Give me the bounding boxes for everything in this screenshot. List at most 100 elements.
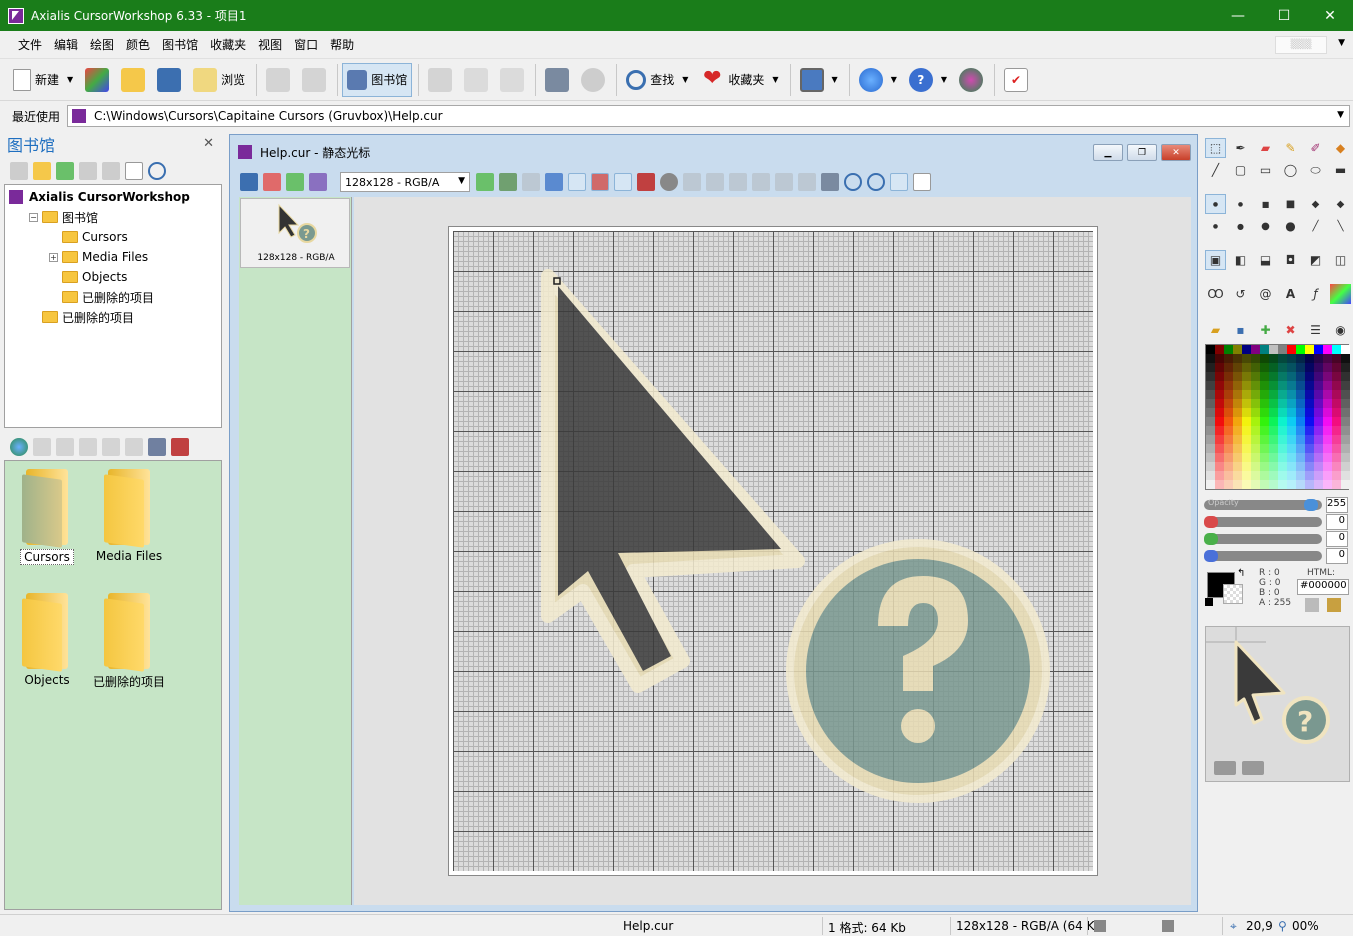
- palette-swatch[interactable]: [1305, 417, 1314, 426]
- palette-swatch[interactable]: [1341, 435, 1350, 444]
- menu-overflow-icon[interactable]: ▼: [1338, 38, 1345, 48]
- palette-swatch[interactable]: [1323, 363, 1332, 372]
- remove-image-icon[interactable]: [522, 173, 540, 191]
- slider-track[interactable]: [1204, 534, 1322, 544]
- palette-swatch[interactable]: [1242, 444, 1251, 453]
- palette-swatch[interactable]: [1233, 408, 1242, 417]
- palette-swatch[interactable]: [1278, 408, 1287, 417]
- palette-swatch[interactable]: [1305, 381, 1314, 390]
- palette-swatch[interactable]: [1332, 462, 1341, 471]
- palette-swatch[interactable]: [1314, 426, 1323, 435]
- palette-swatch[interactable]: [1251, 408, 1260, 417]
- palette-swatch[interactable]: [1305, 453, 1314, 462]
- palette-swatch[interactable]: [1215, 408, 1224, 417]
- pixel-canvas[interactable]: [453, 231, 1093, 871]
- palette-swatch[interactable]: [1215, 354, 1224, 363]
- palette-swatch[interactable]: [1278, 381, 1287, 390]
- search-library-icon[interactable]: [148, 162, 166, 180]
- palette-swatch[interactable]: [1332, 408, 1341, 417]
- duplicate-image-icon[interactable]: [499, 173, 517, 191]
- redo-icon[interactable]: [729, 173, 747, 191]
- slider-knob[interactable]: [1204, 516, 1218, 528]
- palette-swatch[interactable]: [1260, 354, 1269, 363]
- sort-icon[interactable]: [148, 438, 166, 456]
- delete-icon[interactable]: [102, 162, 120, 180]
- palette-swatch[interactable]: [1206, 435, 1215, 444]
- add-format-icon[interactable]: [286, 173, 304, 191]
- script-tool-icon[interactable]: ƒ: [1305, 284, 1326, 304]
- palette-swatch[interactable]: [1233, 372, 1242, 381]
- preview-button[interactable]: ▼: [795, 63, 843, 97]
- palette-swatch[interactable]: [1224, 363, 1233, 372]
- fill-mode-split-icon[interactable]: ◫: [1330, 250, 1351, 270]
- palette-swatch[interactable]: [1260, 480, 1269, 489]
- palette-swatch[interactable]: [1269, 372, 1278, 381]
- palette-swatch[interactable]: [1233, 462, 1242, 471]
- palette-swatch[interactable]: [1341, 354, 1350, 363]
- palette-swatch[interactable]: [1242, 354, 1251, 363]
- cut-button[interactable]: [423, 63, 457, 97]
- palette-swatch[interactable]: [1233, 354, 1242, 363]
- palette-swatch[interactable]: [1233, 471, 1242, 480]
- rotate-tool-icon[interactable]: ↺: [1230, 284, 1251, 304]
- undo-button[interactable]: [261, 63, 295, 97]
- palette-swatch[interactable]: [1278, 444, 1287, 453]
- slider-knob[interactable]: [1204, 533, 1218, 545]
- palette-swatch[interactable]: [1332, 480, 1341, 489]
- brush-tool-icon[interactable]: ✐: [1305, 138, 1326, 158]
- palette-swatch[interactable]: [1323, 408, 1332, 417]
- palette-swatch[interactable]: [1305, 435, 1314, 444]
- palette-swatch[interactable]: [1314, 363, 1323, 372]
- palette-swatch[interactable]: [1224, 372, 1233, 381]
- palette-swatch[interactable]: [1233, 453, 1242, 462]
- palette-swatch[interactable]: [1296, 372, 1305, 381]
- palette-swatch[interactable]: [1215, 444, 1224, 453]
- palette-swatch[interactable]: [1341, 471, 1350, 480]
- palette-swatch[interactable]: [1287, 408, 1296, 417]
- format-list-icon[interactable]: [309, 173, 327, 191]
- palette-swatch[interactable]: [1269, 354, 1278, 363]
- pencil-tool-icon[interactable]: ✎: [1280, 138, 1301, 158]
- palette-swatch[interactable]: [1341, 363, 1350, 372]
- palette-swatch[interactable]: [1305, 480, 1314, 489]
- add-color-icon[interactable]: ✚: [1255, 320, 1276, 340]
- brush-size-2-icon[interactable]: ●: [1230, 194, 1251, 214]
- new-folder-icon[interactable]: [33, 162, 51, 180]
- palette-swatch[interactable]: [1206, 417, 1215, 426]
- paste-color-icon[interactable]: [1327, 598, 1341, 612]
- image-properties-icon[interactable]: [821, 173, 839, 191]
- menu-item-4[interactable]: 图书馆: [156, 36, 204, 53]
- palette-swatch[interactable]: [1296, 381, 1305, 390]
- palette-swatch[interactable]: [1260, 372, 1269, 381]
- palette-swatch[interactable]: [1296, 453, 1305, 462]
- tree-node[interactable]: − 图书馆: [5, 207, 221, 227]
- palette-swatch[interactable]: [1269, 462, 1278, 471]
- line-tool-icon[interactable]: ╱: [1205, 160, 1226, 180]
- palette-swatch[interactable]: [1206, 345, 1215, 354]
- library-item[interactable]: Objects: [7, 593, 87, 687]
- palette-swatch[interactable]: [1314, 480, 1323, 489]
- palette-swatch[interactable]: [1323, 372, 1332, 381]
- color-palette[interactable]: [1205, 344, 1350, 490]
- palette-swatch[interactable]: [1305, 444, 1314, 453]
- menu-item-0[interactable]: 文件: [12, 36, 48, 53]
- palette-swatch[interactable]: [1224, 453, 1233, 462]
- palette-swatch[interactable]: [1314, 390, 1323, 399]
- palette-swatch[interactable]: [1323, 471, 1332, 480]
- palette-swatch[interactable]: [1332, 363, 1341, 372]
- palette-swatch[interactable]: [1287, 381, 1296, 390]
- antialias-icon[interactable]: [660, 173, 678, 191]
- palette-swatch[interactable]: [1242, 417, 1251, 426]
- palette-swatch[interactable]: [1251, 471, 1260, 480]
- palette-swatch[interactable]: [1206, 381, 1215, 390]
- palette-swatch[interactable]: [1323, 462, 1332, 471]
- menu-item-2[interactable]: 绘图: [84, 36, 120, 53]
- spiral-tool-icon[interactable]: @: [1255, 284, 1276, 304]
- palette-swatch[interactable]: [1251, 381, 1260, 390]
- palette-swatch[interactable]: [1296, 363, 1305, 372]
- palette-swatch[interactable]: [1287, 480, 1296, 489]
- palette-swatch[interactable]: [1296, 462, 1305, 471]
- palette-swatch[interactable]: [1332, 417, 1341, 426]
- palette-swatch[interactable]: [1341, 399, 1350, 408]
- palette-swatch[interactable]: [1242, 426, 1251, 435]
